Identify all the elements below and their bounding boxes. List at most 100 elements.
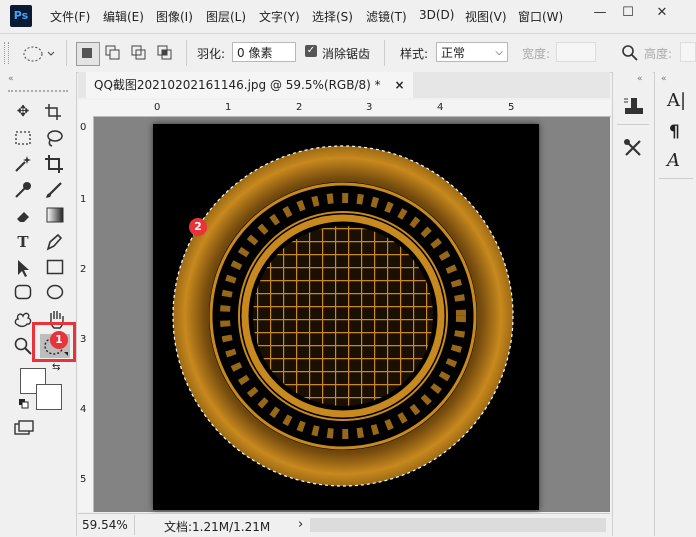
chevron-down-icon: ⌵ [495, 47, 503, 58]
divider [659, 178, 693, 179]
rounded-rect-icon[interactable] [14, 284, 32, 300]
menu-layer[interactable]: 图层(L) [206, 8, 246, 25]
document-info[interactable]: 文档:1.21M/1.21M [164, 518, 270, 535]
zoom-level[interactable]: 59.54% [82, 518, 128, 532]
divider [617, 124, 649, 125]
close-window-button[interactable]: ✕ [650, 3, 674, 23]
badge-2: 2 [189, 218, 207, 236]
crop-icon[interactable] [44, 154, 64, 174]
menu-3d[interactable]: 3D(D) [419, 8, 454, 22]
horizontal-ruler[interactable]: 0 1 2 3 4 5 [93, 100, 611, 117]
feather-input[interactable]: 0 像素 [232, 42, 296, 62]
menu-bar: Ps 文件(F) 编辑(E) 图像(I) 图层(L) 文字(Y) 选择(S) 滤… [0, 0, 696, 32]
divider [134, 515, 135, 535]
photoshop-logo: Ps [10, 5, 32, 27]
menu-filter[interactable]: 滤镜(T) [366, 8, 407, 25]
status-menu-arrow-icon[interactable]: › [298, 517, 303, 532]
ruler-v-label: 2 [80, 264, 87, 275]
divider [186, 40, 187, 66]
ellipse-icon[interactable] [46, 284, 64, 300]
document-tab-title: QQ截图20210202161146.jpg @ 59.5%(RGB/8) * [94, 78, 381, 92]
eyedropper-icon[interactable] [13, 180, 33, 200]
options-bar: 羽化: 0 像素 ✓ 消除锯齿 样式: 正常 ⌵ 宽度: 高度: [0, 33, 696, 73]
document-tab[interactable]: QQ截图20210202161146.jpg @ 59.5%(RGB/8) * … [86, 72, 413, 98]
style-select[interactable]: 正常 ⌵ [436, 42, 508, 62]
menu-window[interactable]: 窗口(W) [518, 8, 563, 25]
marquee-icon[interactable] [14, 130, 32, 146]
lasso-icon[interactable] [44, 128, 64, 148]
status-bar: 59.54% 文档:1.21M/1.21M › [78, 513, 610, 537]
type-icon[interactable]: T [11, 231, 35, 253]
divider [66, 40, 67, 66]
ruler-h-label: 2 [296, 102, 303, 113]
magic-wand-icon[interactable] [13, 154, 33, 174]
stamp-icon[interactable] [623, 96, 645, 116]
ruler-v-label: 0 [80, 122, 87, 133]
expand-arrows-icon[interactable]: « [661, 74, 667, 84]
style-select-value: 正常 [441, 46, 466, 60]
character-panel-icon[interactable]: A| [667, 90, 686, 111]
paragraph-panel-icon[interactable]: ¶ [669, 122, 680, 142]
ruler-v-label: 5 [80, 474, 87, 485]
toolbar-grip [8, 90, 68, 92]
swap-icon[interactable]: ⇆ [52, 362, 60, 373]
menu-file[interactable]: 文件(F) [50, 8, 90, 25]
new-selection-button[interactable] [76, 42, 100, 66]
style-label: 样式: [400, 47, 429, 61]
minimize-button[interactable]: — [588, 3, 612, 23]
maximize-button[interactable]: ☐ [616, 3, 640, 23]
background-color-swatch[interactable] [36, 384, 62, 410]
document-canvas[interactable]: 2 [153, 124, 539, 510]
ruler-v-label: 4 [80, 404, 87, 415]
gradient-icon[interactable] [46, 207, 64, 223]
badge-1: 1 [50, 331, 68, 349]
ruler-origin[interactable] [78, 100, 94, 117]
height-label: 高度: [644, 47, 673, 61]
menu-type[interactable]: 文字(Y) [259, 8, 300, 25]
ruler-h-label: 4 [437, 102, 444, 113]
add-selection-icon[interactable] [104, 44, 122, 62]
shape-icon[interactable] [12, 308, 34, 328]
ruler-h-label: 1 [225, 102, 232, 113]
toolbar: « ✥ T 1 ⇆ [0, 72, 77, 536]
screen-mode-icon[interactable] [14, 420, 36, 438]
vertical-ruler[interactable]: 0 1 2 3 4 5 [78, 116, 94, 512]
feather-label: 羽化: [197, 47, 226, 61]
path-select-icon[interactable] [14, 258, 32, 278]
brush-icon[interactable] [44, 180, 64, 200]
menu-view[interactable]: 视图(V) [465, 8, 507, 25]
glyphs-panel-icon[interactable]: A [667, 150, 680, 171]
panel-dock-2: « A| ¶ A [654, 72, 696, 536]
default-colors-icon[interactable] [18, 398, 30, 410]
ruler-h-label: 0 [154, 102, 161, 113]
width-label: 宽度: [522, 47, 551, 61]
height-input[interactable] [680, 42, 696, 62]
close-tab-icon[interactable]: × [394, 78, 404, 92]
panel-dock-1: « [612, 72, 653, 536]
width-input[interactable] [556, 42, 596, 62]
pen-icon[interactable] [44, 232, 64, 252]
zoom-icon[interactable] [13, 336, 33, 356]
ruler-h-label: 5 [508, 102, 515, 113]
swap-dimensions-icon[interactable] [622, 45, 638, 61]
ruler-h-label: 3 [366, 102, 373, 113]
antialias-label: 消除锯齿 [322, 47, 371, 61]
collapse-arrows-icon[interactable]: « [8, 74, 14, 84]
artboard-icon[interactable] [44, 103, 62, 121]
horizontal-scrollbar[interactable] [310, 518, 606, 532]
intersect-selection-icon[interactable] [156, 44, 174, 62]
menu-select[interactable]: 选择(S) [312, 8, 353, 25]
grip-icon [4, 42, 9, 64]
expand-arrows-icon[interactable]: « [637, 74, 643, 84]
menu-image[interactable]: 图像(I) [156, 8, 193, 25]
move-icon[interactable]: ✥ [11, 100, 35, 122]
rectangle-icon[interactable] [46, 259, 64, 275]
antialias-checkbox[interactable]: ✓ [305, 45, 317, 57]
document-tab-bar: QQ截图20210202161146.jpg @ 59.5%(RGB/8) * … [78, 72, 610, 98]
menu-edit[interactable]: 编辑(E) [103, 8, 144, 25]
ellipse-tool-preset-icon[interactable] [22, 46, 56, 62]
tools-preset-icon[interactable] [623, 138, 645, 158]
subtract-selection-icon[interactable] [130, 44, 148, 62]
ornate-plate-image [172, 145, 514, 487]
eraser-icon[interactable] [13, 206, 33, 226]
